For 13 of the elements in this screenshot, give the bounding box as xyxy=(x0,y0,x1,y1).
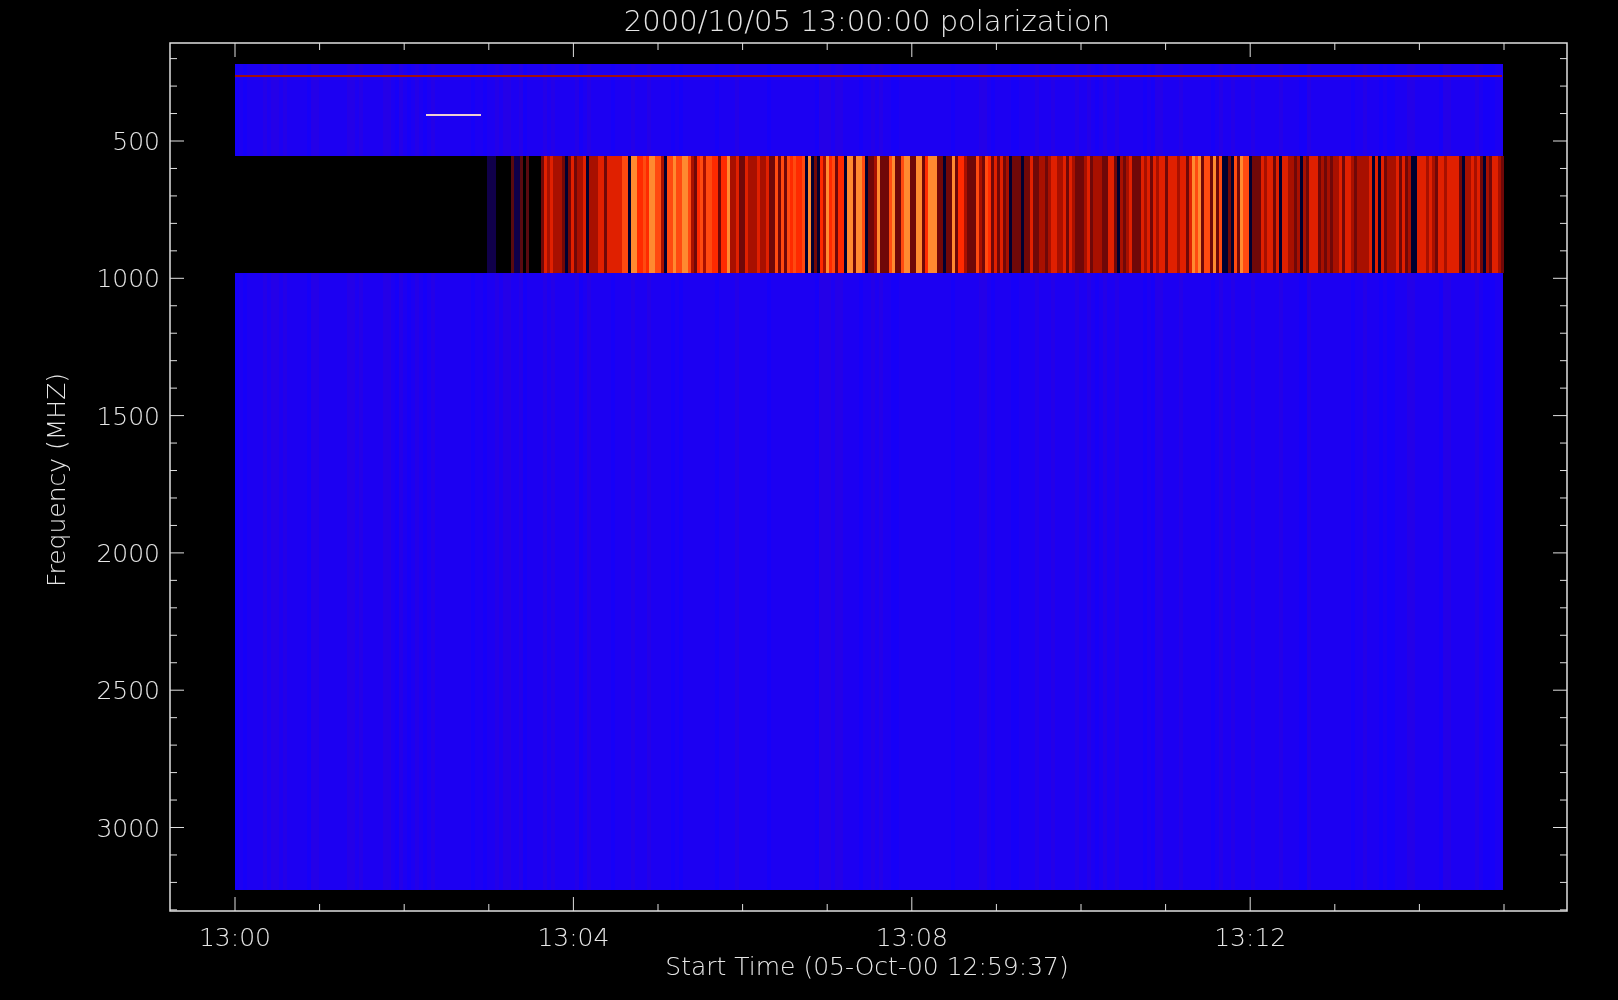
x-axis-label: Start Time (05-Oct-00 12:59:37) xyxy=(665,952,1069,981)
plot-title: 2000/10/05 13:00:00 polarization xyxy=(623,4,1111,38)
x-tick-label: 13:08 xyxy=(875,923,948,952)
y-tick-label: 1500 xyxy=(96,401,160,431)
y-tick-label: 2000 xyxy=(96,538,160,568)
x-tick-label: 13:00 xyxy=(199,923,271,952)
x-tick-label: 13:12 xyxy=(1214,923,1287,952)
y-tick-label: 500 xyxy=(112,127,160,156)
x-tick-label: 13:04 xyxy=(537,923,610,952)
y-axis-label: Frequency (MHZ) xyxy=(42,372,71,588)
y-tick-label: 3000 xyxy=(96,813,160,843)
y-tick-label: 1000 xyxy=(96,264,160,294)
y-tick-label: 2500 xyxy=(96,676,160,706)
